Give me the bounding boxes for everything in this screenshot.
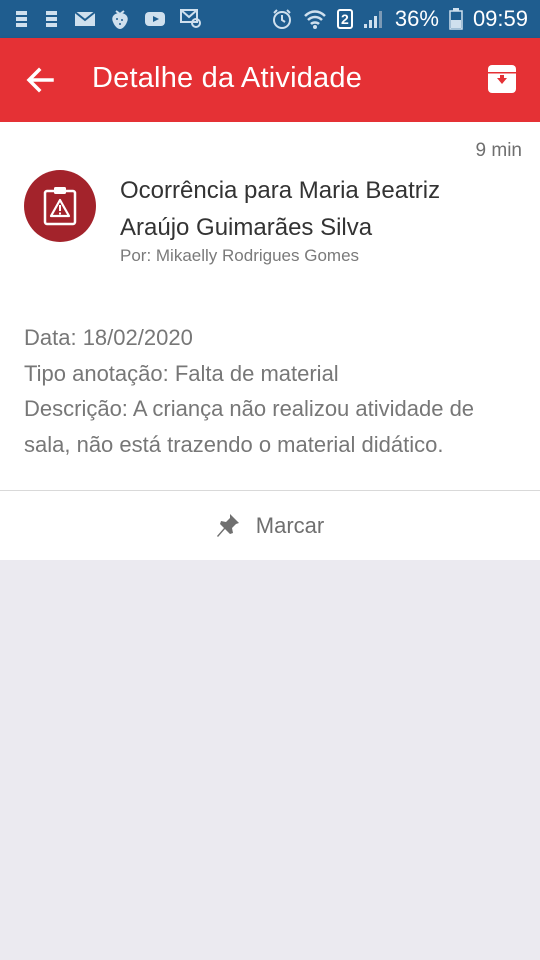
activity-description: Descrição: A criança não realizou ativid… (24, 396, 475, 457)
clipboard-warning-icon (43, 187, 77, 226)
mark-button-label: Marcar (255, 512, 325, 538)
activity-author: Por: Mikaelly Rodrigues Gomes (120, 246, 360, 265)
arrow-left-icon (26, 67, 54, 93)
pin-icon (216, 513, 240, 539)
notification-icon (44, 10, 60, 28)
battery-percent: 36% (394, 6, 439, 31)
status-bar-system: 2 36% 09:59 (261, 6, 528, 32)
clock: 09:59 (472, 6, 528, 31)
activity-card: 9 min Ocorrência para Maria Beatriz Araú… (0, 122, 540, 560)
activity-type: Tipo anotação: Falta de material (24, 360, 339, 386)
activity-avatar (24, 170, 96, 242)
back-button[interactable] (22, 62, 58, 98)
alarm-icon (271, 8, 293, 30)
activity-date: Data: 18/02/2020 (24, 325, 193, 350)
status-bar-notifications (14, 8, 216, 30)
sim-icon: 2 (336, 9, 353, 29)
email-at-icon (180, 9, 202, 29)
archive-button[interactable] (486, 63, 518, 95)
notification-icon (14, 10, 30, 28)
mark-button[interactable]: Marcar (0, 491, 540, 560)
battery-icon (449, 8, 463, 30)
status-bar: 2 36% 09:59 (0, 0, 540, 38)
signal-icon (363, 9, 385, 29)
activity-title: Ocorrência para Maria Beatriz Araújo Gui… (120, 177, 441, 241)
wifi-icon (303, 8, 327, 30)
page-title: Detalhe da Atividade (92, 62, 363, 94)
app-bar: Detalhe da Atividade (0, 38, 540, 122)
archive-icon (488, 65, 516, 93)
activity-time: 9 min (475, 140, 522, 161)
mail-icon (74, 11, 96, 27)
strawberry-icon (110, 8, 130, 30)
youtube-icon (144, 11, 166, 27)
activity-details: Data: 18/02/2020 Tipo anotação: Falta de… (24, 320, 520, 462)
